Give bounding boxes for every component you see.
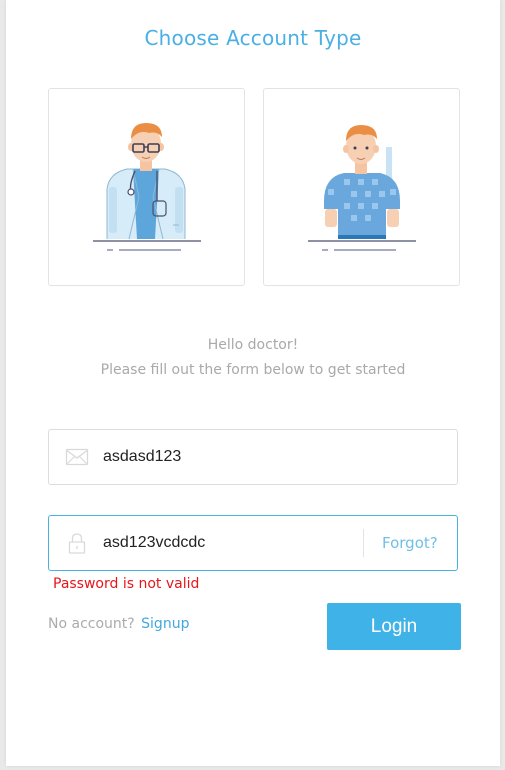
email-input[interactable]: [103, 445, 433, 469]
forgot-password-link[interactable]: Forgot?: [382, 534, 438, 552]
login-card: Choose Account Type Hello doctor! Please…: [6, 0, 500, 766]
no-account-text: No account?: [48, 616, 135, 632]
signup-link[interactable]: Signup: [141, 616, 189, 632]
email-field[interactable]: [48, 429, 458, 485]
no-account-row: No account? Signup: [48, 616, 189, 632]
greeting-title: Hello doctor!: [207, 337, 299, 353]
envelope-icon: [65, 448, 89, 466]
password-input[interactable]: [103, 531, 353, 555]
account-type-doctor[interactable]: [48, 88, 245, 286]
patient-illustration: [308, 125, 416, 251]
doctor-illustration: [93, 123, 201, 251]
lock-icon: [68, 533, 86, 554]
account-type-patient[interactable]: [263, 88, 460, 286]
page-title: Choose Account Type: [144, 26, 362, 50]
login-button[interactable]: Login: [327, 603, 461, 650]
password-error: Password is not valid: [53, 576, 200, 592]
greeting-subtitle: Please fill out the form below to get st…: [100, 362, 406, 378]
forgot-divider: [363, 529, 364, 557]
password-field[interactable]: Forgot?: [48, 515, 458, 571]
greeting: Hello doctor! Please fill out the form b…: [6, 333, 500, 383]
